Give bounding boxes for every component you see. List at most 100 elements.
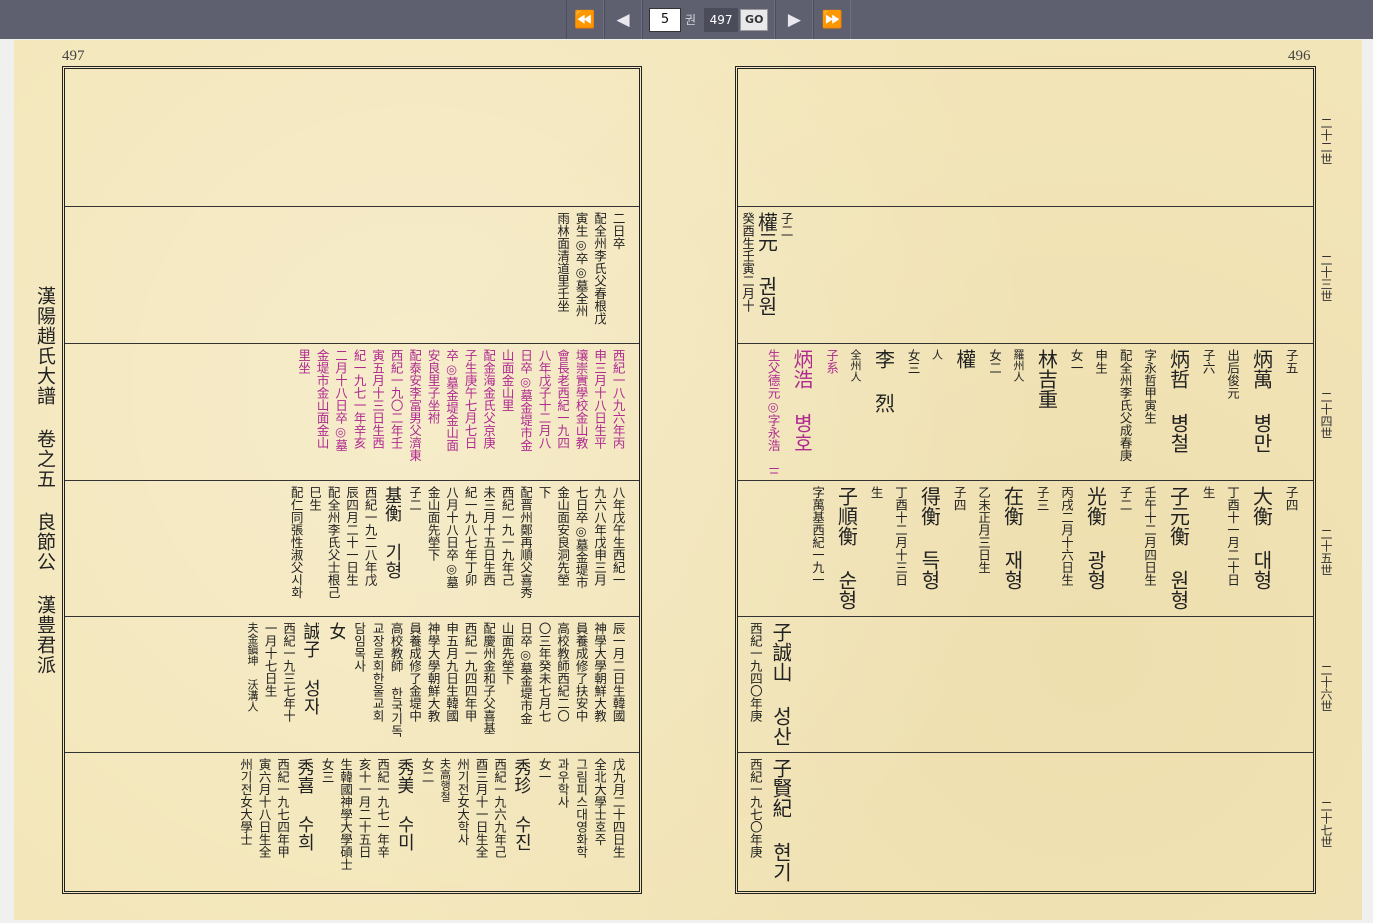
genealogy-entry-column: 女一 [1069, 349, 1083, 374]
genealogy-entry-column: 西紀一九一九年己 [500, 486, 514, 586]
genealogy-entry-column: 西紀一九三七年十 [282, 622, 296, 722]
row-divider [738, 206, 1313, 207]
row-divider [65, 206, 639, 207]
genealogy-entry-column: 秀喜 수희 [294, 758, 314, 851]
genealogy-entry-column: 里坐 [297, 349, 311, 374]
genealogy-entry-column: 配泰安李富男父濟東 [408, 349, 422, 462]
genealogy-entry-column: 子元衡 원형 [1167, 486, 1189, 610]
row-divider [738, 480, 1313, 481]
genealogy-entry-column: 八年戊午生西紀一 [611, 486, 625, 586]
first-page-button[interactable]: ⏪ [566, 0, 604, 39]
genealogy-entry-column: 州기전女大학사 [456, 758, 470, 846]
row-divider [65, 480, 639, 481]
genealogy-entry-column: 과우학사 [556, 758, 570, 808]
genealogy-entry-column: 會長老西紀一九四 [556, 349, 570, 449]
genealogy-entry-column: 西紀一九四四年甲 [463, 622, 477, 722]
page-input[interactable] [704, 7, 739, 32]
genealogy-entry-column: 子二 [1118, 486, 1132, 511]
genealogy-entry-column: 權元 권원 [755, 212, 777, 316]
genealogy-entry-column: 全州人 [849, 349, 862, 382]
go-button[interactable]: GO [740, 8, 769, 31]
prev-page-button[interactable]: ◀ [604, 0, 642, 39]
genealogy-entry-column: 子四 [952, 486, 966, 511]
genealogy-entry-column: 金堤市金山面金山 [315, 349, 329, 449]
genealogy-entry-column: 壤崇實學校金山教 [574, 349, 588, 449]
genealogy-entry-column: 金山面安良洞先塋 [556, 486, 570, 586]
genealogy-entry-column: 丙戌二月十六日生 [1060, 486, 1074, 586]
genealogy-entry-column: 女三 [906, 349, 920, 374]
page-navigation: ⏪ ◀ 권 GO ▶ ⏩ [566, 0, 852, 39]
genealogy-entry-column: 基衡 기형 [382, 486, 401, 579]
last-page-button[interactable]: ⏩ [813, 0, 852, 39]
genealogy-entry-column: 配晋州鄭再順父喜秀 [519, 486, 533, 599]
left-page-number: 497 [62, 48, 85, 64]
genealogy-entry-column: 女一 [537, 758, 551, 783]
genealogy-entry-column: 在衡 재형 [1001, 486, 1023, 590]
genealogy-entry-column: 配仁同張性淑父시화 [289, 486, 303, 599]
genealogy-entry-column: 炳萬 병만 [1250, 349, 1272, 453]
genealogy-entry-column: 西紀一八九六年丙 [611, 349, 625, 449]
genealogy-entry-column: 生韓國神學大學碩士 [339, 758, 353, 871]
genealogy-entry-column: 山面金山里 [500, 349, 514, 412]
genealogy-entry-column: 담임목사 [352, 622, 366, 672]
genealogy-entry-column: 下 [537, 486, 551, 499]
genealogy-entry-column: 配全州李氏父春根戊 [593, 212, 607, 325]
genealogy-entry-column: 〇三年癸未七月七 [537, 622, 551, 722]
generation-label: 二十四世 [1319, 391, 1333, 439]
volume-unit-label: 권 [685, 13, 697, 27]
genealogy-entry-column: 申三月十八日生平 [593, 349, 607, 449]
genealogy-entry-column: 神學大學朝鮮大教 [426, 622, 440, 722]
genealogy-entry-column: 配金海金氏父京庚 [482, 349, 496, 449]
genealogy-entry-column: 辰一月二日生韓國 [611, 622, 625, 722]
genealogy-entry-column: 二日卒 [611, 212, 625, 250]
genealogy-entry-column: 子系 [825, 349, 839, 374]
genealogy-entry-column: 丁酉十二月十三日 [894, 486, 908, 586]
genealogy-entry-column: 紀一九七一年辛亥 [352, 349, 366, 449]
genealogy-entry-column: 金山面先塋下 [426, 486, 440, 561]
genealogy-entry-column: 辰四月二十一日生 [345, 486, 359, 586]
genealogy-entry-column: 巳生 [308, 486, 322, 511]
genealogy-entry-column: 全北大學士호주 [593, 758, 607, 846]
genealogy-entry-column: 雨林面清道里壬坐 [556, 212, 570, 312]
genealogy-entry-column: 林吉重 [1035, 349, 1057, 409]
genealogy-entry-column: 羅州人 [1012, 349, 1025, 382]
volume-input[interactable] [649, 7, 681, 32]
double-chevron-right-icon: ⏩ [821, 9, 844, 30]
viewer-toolbar: ⏪ ◀ 권 GO ▶ ⏩ [0, 0, 1373, 39]
genealogy-entry-column: 子五 [1284, 349, 1298, 374]
genealogy-entry-column: 西紀一九七一年辛 [376, 758, 390, 858]
generation-label: 二十五世 [1319, 528, 1333, 576]
genealogy-entry-column: 子二 [408, 486, 422, 511]
genealogy-entry-column: 夫金鎭坤 沃溝人 [246, 622, 259, 712]
genealogy-entry-column: 子生庚午七月七日 [463, 349, 477, 449]
genealogy-entry-column: 女三 [320, 758, 334, 783]
generation-label: 二十三世 [1319, 254, 1333, 302]
genealogy-entry-column: 西紀一九二八年戊 [363, 486, 377, 586]
genealogy-entry-column: 교장로회한울교회 [371, 622, 385, 722]
genealogy-entry-column: 子順衡 순형 一女一子 [835, 486, 857, 612]
genealogy-entry-column: 山面先塋下 [500, 622, 514, 685]
genealogy-entry-column: 字永哲甲寅生 [1143, 349, 1157, 424]
genealogy-entry-column: 誠子 성자 [300, 622, 320, 715]
genealogy-entry-column: 그림피스대영화학 [574, 758, 588, 858]
genealogy-entry-column: 七日卒◎墓金堤市 [574, 486, 588, 589]
genealogy-entry-column: 配全州李氏父士根己 [326, 486, 340, 599]
next-page-button[interactable]: ▶ [775, 0, 814, 39]
genealogy-entry-column: 出后俊元 [1226, 349, 1240, 399]
book-spread: 497 496 漢陽趙氏大譜 卷之五 良節公 漢豊君派 二十二世 二十三世 二十四世… [14, 40, 1362, 920]
genealogy-entry-column: 八月十八日卒◎墓 [445, 486, 459, 589]
genealogy-entry-column: 亥十一月二十五日 [357, 758, 371, 858]
genealogy-entry-column: 子賢紀 현기 [770, 758, 791, 882]
generation-label: 二十六世 [1319, 664, 1333, 712]
right-page-number: 496 [1288, 48, 1311, 64]
genealogy-entry-column: 子六 [1201, 349, 1215, 374]
genealogy-entry-column: 寅生◎卒◎墓全州 [574, 212, 588, 317]
genealogy-entry-column: 女二 [988, 349, 1002, 374]
genealogy-entry-column: 申生 [1094, 349, 1108, 374]
genealogy-entry-column: 子四 [1284, 486, 1298, 511]
genealogy-entry-column: 女二 [420, 758, 434, 783]
double-chevron-left-icon: ⏪ [574, 9, 596, 30]
genealogy-entry-column: 酉三月十一日生全 [474, 758, 488, 858]
genealogy-entry-column: 員養成修了扶安中 [574, 622, 588, 722]
row-divider [738, 616, 1313, 617]
